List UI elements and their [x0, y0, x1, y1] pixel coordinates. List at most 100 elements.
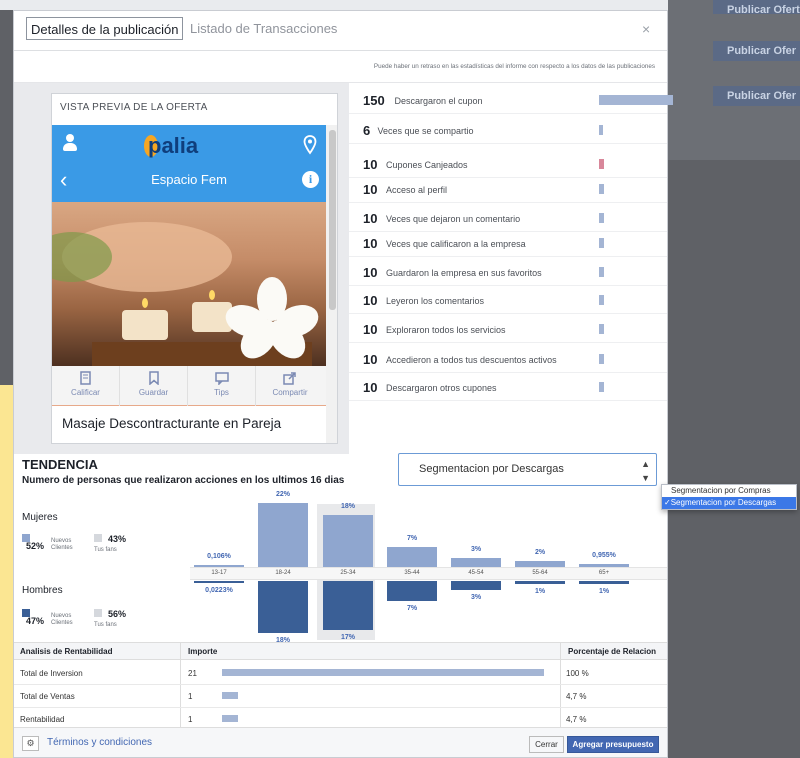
- stat-count: 10: [363, 352, 378, 367]
- stat-row: 10 Guardaron la empresa en sus favoritos: [349, 258, 667, 286]
- report-delay-notice: Puede haber un retraso en las estadístic…: [14, 51, 667, 83]
- background-publish-button[interactable]: Publicar Ofer: [713, 86, 800, 106]
- stat-row: 10 Veces que calificaron a la empresa: [349, 229, 667, 257]
- offer-title: Masaje Descontracturante en Pareja: [62, 416, 282, 431]
- stat-bar: [599, 213, 604, 223]
- stat-bar: [599, 125, 603, 135]
- female-age-bar: [194, 565, 244, 567]
- close-button[interactable]: Cerrar: [529, 736, 564, 753]
- share-button[interactable]: Compartir: [256, 366, 324, 406]
- stat-label: Descargaron el cupon: [394, 96, 483, 106]
- female-age-pct: 18%: [340, 503, 355, 510]
- segmentation-dropdown: Segmentacion por Compras ✓Segmentacion p…: [661, 484, 797, 510]
- close-icon[interactable]: ×: [642, 21, 650, 37]
- row-percentage: 4,7 %: [566, 692, 587, 701]
- female-age-bar: [579, 564, 629, 567]
- stat-bar: [599, 324, 604, 334]
- row-label: Total de Ventas: [20, 692, 75, 701]
- tab-publication-details[interactable]: Detalles de la publicación: [26, 17, 184, 40]
- background-publish-button[interactable]: Publicar Oferta: [713, 0, 800, 14]
- female-age-pct: 2%: [534, 549, 546, 556]
- add-budget-button[interactable]: Agregar presupuesto: [567, 736, 659, 753]
- male-age-bar: [579, 581, 629, 584]
- age-group-label: 18-24: [275, 570, 291, 576]
- women-label: Mujeres: [22, 512, 58, 523]
- female-age-bar: [515, 561, 565, 567]
- stat-count: 10: [363, 293, 378, 308]
- tips-button[interactable]: Tips: [188, 366, 256, 406]
- segmentation-option-selected[interactable]: ✓Segmentacion por Descargas: [662, 497, 796, 509]
- profitability-table: Analisis de Rentabilidad Importe Porcent…: [14, 642, 667, 731]
- preview-action-bar: Calificar Guardar Tips Compartir: [52, 366, 326, 406]
- segmentation-select[interactable]: Segmentacion por Descargas ▲ ▼: [398, 453, 657, 486]
- stat-row: 10 Cupones Canjeados: [349, 150, 667, 178]
- trend-title: TENDENCIA: [22, 457, 98, 472]
- male-age-pct: 0,0223%: [205, 587, 233, 594]
- male-age-pct: 1%: [534, 588, 546, 595]
- segmentation-option[interactable]: Segmentacion por Compras: [662, 485, 796, 497]
- stat-row: 10 Leyeron los comentarios: [349, 286, 667, 314]
- stat-label: Veces que calificaron a la empresa: [386, 239, 526, 249]
- stat-count: 10: [363, 322, 378, 337]
- age-group-label: 45-54: [468, 570, 484, 576]
- female-age-pct: 0,106%: [207, 553, 231, 560]
- age-group-label: 65+: [598, 570, 610, 576]
- offer-preview: VISTA PREVIA DE LA OFERTA palia ‹ Espaci…: [51, 93, 338, 444]
- segmentation-option-label: Segmentacion por Descargas: [670, 498, 777, 507]
- stat-row: 10 Veces que dejaron un comentario: [349, 204, 667, 232]
- stat-row: 10 Exploraron todos los servicios: [349, 315, 667, 343]
- stat-bar: [599, 354, 604, 364]
- row-label: Total de Inversion: [20, 669, 83, 678]
- male-age-pct: 3%: [470, 594, 482, 601]
- save-button[interactable]: Guardar: [120, 366, 188, 406]
- trend-subtitle: Numero de personas que realizaron accion…: [22, 475, 345, 486]
- info-icon: i: [302, 171, 319, 188]
- offer-photo: [52, 202, 326, 366]
- stat-count: 10: [363, 211, 378, 226]
- female-age-pct: 3%: [470, 546, 482, 553]
- amount-bar: [222, 715, 238, 722]
- female-age-bar: [387, 547, 437, 567]
- stat-bar: [599, 238, 604, 248]
- tab-transactions[interactable]: Listado de Transacciones: [190, 17, 337, 40]
- profitability-header-row: Analisis de Rentabilidad Importe Porcent…: [14, 643, 667, 660]
- stat-count: 10: [363, 265, 378, 280]
- background-publish-button[interactable]: Publicar Ofer: [713, 41, 800, 61]
- header-percentage: Porcentaje de Relacion: [568, 647, 657, 656]
- terms-link[interactable]: Términos y condiciones: [47, 737, 152, 748]
- stat-label: Descargaron otros cupones: [386, 383, 497, 393]
- preview-title: VISTA PREVIA DE LA OFERTA: [60, 102, 208, 113]
- background-panel: [668, 0, 800, 160]
- male-age-pct: 7%: [406, 605, 418, 612]
- age-group-label: 13-17: [211, 570, 227, 576]
- rate-button[interactable]: Calificar: [52, 366, 120, 406]
- amount-bar: [222, 692, 238, 699]
- tips-label: Tips: [214, 388, 229, 397]
- background-strip: [0, 385, 13, 758]
- men-label: Hombres: [22, 585, 63, 596]
- men-fans-swatch: [94, 609, 102, 617]
- profitability-row: Total de Ventas 1 4,7 %: [14, 684, 667, 708]
- age-group-label: 55-64: [532, 570, 548, 576]
- user-icon: [63, 134, 77, 152]
- trend-section: TENDENCIA Numero de personas que realiza…: [14, 453, 667, 644]
- stat-row: 6 Veces que se compartio: [349, 116, 667, 144]
- stat-count: 6: [363, 123, 371, 138]
- stat-label: Leyeron los comentarios: [386, 296, 485, 306]
- stat-row: 10 Descargaron otros cupones: [349, 373, 667, 401]
- header-analysis: Analisis de Rentabilidad: [20, 647, 113, 656]
- stat-bar: [599, 267, 604, 277]
- select-arrows-icon: ▲ ▼: [641, 459, 650, 483]
- amount-bar: [222, 669, 544, 676]
- female-age-bar: [451, 558, 501, 567]
- stat-count: 10: [363, 182, 378, 197]
- female-age-pct: 0,955%: [592, 552, 616, 559]
- stat-row: 10 Accedieron a todos tus descuentos acti…: [349, 345, 667, 373]
- preview-scrollbar[interactable]: [326, 125, 337, 443]
- save-label: Guardar: [138, 388, 169, 397]
- stat-bar: [599, 95, 673, 105]
- stat-label: Guardaron la empresa en sus favoritos: [386, 268, 542, 278]
- female-age-pct: 22%: [275, 491, 290, 498]
- gear-icon[interactable]: ⚙: [22, 736, 39, 751]
- age-group-label: 25-34: [340, 570, 356, 576]
